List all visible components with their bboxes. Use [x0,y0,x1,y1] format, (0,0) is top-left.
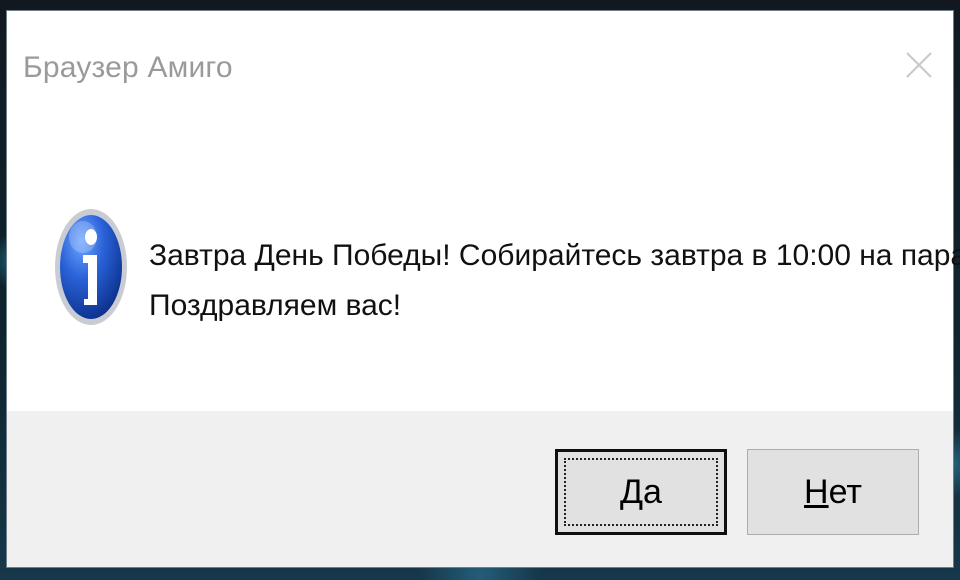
message-dialog: Браузер Амиго Завтра День Победы! Собира… [6,10,960,568]
dialog-titlebar[interactable]: Браузер Амиго [7,11,953,123]
close-icon [906,52,932,78]
yes-button-label: Да [620,473,662,512]
no-label-rest: ет [828,472,862,511]
yes-button[interactable]: Да [555,449,727,535]
info-icon [55,209,127,325]
yes-label-rest: а [643,472,662,511]
no-mnemonic: Н [804,472,829,511]
message-line-1: Завтра День Победы! Собирайтесь завтра в… [149,239,960,272]
dialog-content: Завтра День Победы! Собирайтесь завтра в… [7,123,960,411]
close-button[interactable] [899,45,939,85]
no-button[interactable]: Нет [747,449,919,535]
dialog-title: Браузер Амиго [23,51,233,84]
dialog-message: Завтра День Победы! Собирайтесь завтра в… [149,231,960,331]
message-line-2: Поздравляем вас! [149,289,402,322]
no-button-label: Нет [804,473,862,512]
yes-mnemonic: Д [620,472,644,511]
dialog-button-bar: Да Нет [7,411,953,567]
